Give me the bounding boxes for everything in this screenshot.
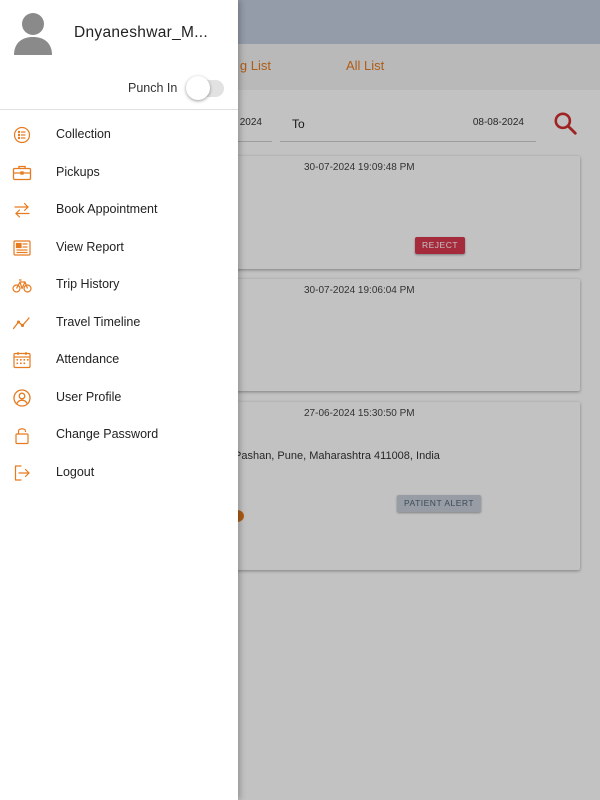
avatar: [14, 13, 52, 55]
drawer-header: Dnyaneshwar_M... Punch In: [0, 0, 238, 110]
trend-line-icon: [12, 316, 30, 329]
punch-in-label: Punch In: [128, 81, 178, 95]
menu-item-pickups[interactable]: Pickups: [0, 154, 238, 192]
newspaper-icon: [13, 239, 31, 256]
menu-label: Trip History: [56, 277, 120, 291]
menu-label: Pickups: [56, 164, 100, 179]
bicycle-icon: [12, 279, 32, 293]
menu-item-collection[interactable]: Collection: [0, 116, 238, 154]
menu-label: Book Appointment: [56, 202, 158, 216]
lock-icon: [15, 428, 29, 445]
navigation-drawer: Dnyaneshwar_M... Punch In Collection Pic…: [0, 0, 238, 800]
menu-item-view-report[interactable]: View Report: [0, 229, 238, 267]
menu-item-logout[interactable]: Logout: [0, 454, 238, 492]
swap-arrows-icon: [14, 202, 30, 218]
menu-label: Collection: [56, 127, 111, 141]
menu-item-travel-timeline[interactable]: Travel Timeline: [0, 304, 238, 342]
menu-item-user-profile[interactable]: User Profile: [0, 379, 238, 417]
toggle-knob: [186, 76, 210, 100]
list-icon: [13, 126, 31, 144]
punch-in-toggle[interactable]: [186, 76, 224, 100]
menu-item-book-appointment[interactable]: Book Appointment: [0, 191, 238, 229]
menu-label: Travel Timeline: [56, 314, 141, 329]
drawer-menu: Collection Pickups Book Appointment View…: [0, 116, 238, 491]
menu-label: View Report: [56, 239, 124, 254]
user-circle-icon: [13, 388, 31, 407]
menu-label: User Profile: [56, 389, 122, 404]
calendar-icon: [13, 352, 31, 369]
menu-label: Attendance: [56, 352, 120, 366]
user-name: Dnyaneshwar_M...: [74, 24, 209, 41]
menu-item-attendance[interactable]: Attendance: [0, 341, 238, 379]
briefcase-icon: [12, 165, 32, 180]
logout-icon: [14, 464, 30, 481]
menu-item-change-password[interactable]: Change Password: [0, 416, 238, 454]
menu-item-trip-history[interactable]: Trip History: [0, 266, 238, 304]
menu-label: Logout: [56, 464, 95, 479]
menu-label: Change Password: [56, 427, 159, 441]
